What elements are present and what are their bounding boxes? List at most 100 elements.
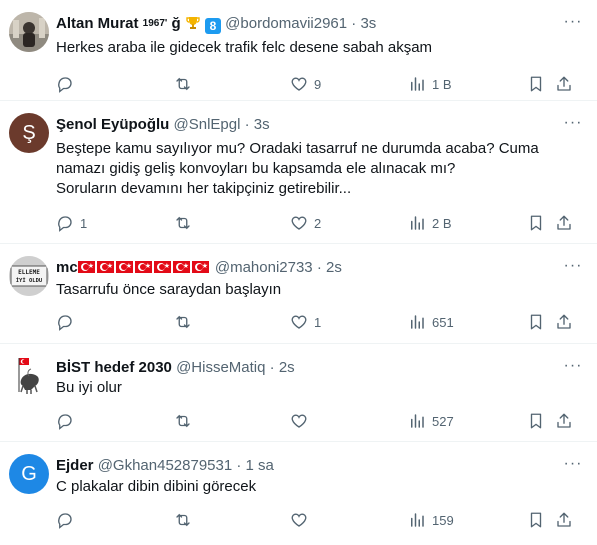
bookmark-button[interactable]	[527, 213, 545, 233]
tweet-header: BİST hedef 2030 @HisseMatiq · 2s	[56, 358, 557, 378]
more-icon[interactable]: ···	[563, 12, 583, 32]
tweet-text-line: Herkes araba ile gidecek trafik felc des…	[56, 39, 433, 56]
reply-button[interactable]	[56, 74, 74, 94]
heart-icon	[291, 216, 307, 230]
display-name[interactable]: Şenol Eyüpoğlu	[56, 116, 169, 133]
more-icon[interactable]: ···	[563, 454, 583, 474]
tweet-text-line: Tasarrufu önce saraydan başlayın	[56, 281, 282, 298]
timestamp[interactable]: 1 sa	[246, 457, 274, 474]
handle[interactable]: @HisseMatiq	[176, 359, 265, 376]
tweet-text: Bu iyi olur	[56, 378, 581, 398]
like-button[interactable]	[290, 510, 308, 530]
retweet-button[interactable]	[174, 213, 192, 233]
bookmark-button[interactable]	[527, 411, 545, 431]
turkey-flag-icon: ★	[191, 261, 209, 273]
timestamp[interactable]: 2s	[279, 359, 295, 376]
timestamp[interactable]: 3s	[254, 116, 270, 133]
tweet-1[interactable]: Altan Murat 1967' ğ 8 @bordomavii2961 · …	[0, 0, 597, 101]
tweet-text-line: C plakalar dibin dibini görecek	[56, 478, 257, 495]
display-name[interactable]: mc	[56, 259, 78, 276]
avatar[interactable]: G	[9, 454, 49, 494]
view-count: 1 B	[432, 76, 452, 92]
views-button[interactable]: 2 B	[408, 213, 452, 233]
like-button[interactable]	[290, 411, 308, 431]
more-icon[interactable]: ···	[563, 113, 583, 133]
share-button[interactable]	[555, 74, 573, 94]
reply-icon	[58, 414, 72, 430]
avatar-text-bottom: İYİ OLDU	[16, 277, 43, 284]
share-icon	[557, 215, 571, 230]
heart-icon	[291, 315, 307, 329]
turkey-flag-icon: ★	[96, 261, 114, 273]
views-button[interactable]: 159	[408, 510, 454, 530]
retweet-button[interactable]	[174, 510, 192, 530]
handle[interactable]: @mahoni2733	[215, 259, 313, 276]
turkey-flag-icon: ★	[153, 261, 171, 273]
handle[interactable]: @Gkhan452879531	[98, 457, 233, 474]
bookmark-button[interactable]	[527, 312, 545, 332]
like-button[interactable]: 9	[290, 74, 321, 94]
display-name[interactable]: Altan Murat	[56, 15, 139, 32]
reply-icon	[58, 513, 72, 529]
tweet-3[interactable]: ELLEME İYİ OLDU mc ★ ★ ★ ★ ★ ★ ★ @mahoni2733 · …	[0, 244, 597, 344]
retweet-icon	[176, 77, 190, 91]
reply-button[interactable]	[56, 312, 74, 332]
tweet-4[interactable]: BİST hedef 2030 @HisseMatiq · 2s ··· Bu …	[0, 344, 597, 442]
tweet-5[interactable]: G Ejder @Gkhan452879531 · 1 sa ··· C pla…	[0, 442, 597, 545]
bookmark-icon	[530, 413, 542, 429]
timestamp[interactable]: 3s	[360, 15, 376, 32]
bookmark-icon	[530, 314, 542, 330]
more-icon[interactable]: ···	[563, 356, 583, 376]
share-button[interactable]	[555, 411, 573, 431]
reply-button[interactable]: 1	[56, 213, 87, 233]
view-count: 651	[432, 314, 454, 330]
bookmark-icon	[530, 76, 542, 92]
tweet-header: mc ★ ★ ★ ★ ★ ★ ★ @mahoni2733 · 2s	[56, 258, 557, 278]
views-icon	[411, 315, 424, 329]
views-button[interactable]: 527	[408, 411, 454, 431]
display-name[interactable]: Ejder	[56, 457, 94, 474]
like-count: 9	[314, 76, 322, 92]
tweet-text-line: namazı gidiş geliş konvoyları bu kapsamd…	[56, 160, 456, 177]
avatar[interactable]: Ş	[9, 113, 49, 153]
view-count: 527	[432, 413, 454, 429]
avatar-sign-icon: ELLEME İYİ OLDU	[9, 256, 49, 296]
like-button[interactable]: 1	[290, 312, 321, 332]
tweet-2[interactable]: Ş Şenol Eyüpoğlu @SnlEpgl · 3s ··· Beşte…	[0, 101, 597, 244]
bookmark-button[interactable]	[527, 510, 545, 530]
separator: ·	[269, 359, 275, 376]
reply-button[interactable]	[56, 510, 74, 530]
like-button[interactable]: 2	[290, 213, 321, 233]
avatar-letter: G	[21, 463, 37, 485]
avatar[interactable]	[9, 356, 49, 396]
display-name[interactable]: BİST hedef 2030	[56, 359, 172, 376]
tweet-text-line: Bu iyi olur	[56, 379, 122, 396]
more-icon[interactable]: ···	[563, 256, 583, 276]
timestamp[interactable]: 2s	[326, 259, 342, 276]
avatar-text-top: ELLEME	[18, 269, 40, 276]
name-suffix: 1967'	[142, 18, 168, 29]
avatar[interactable]: ELLEME İYİ OLDU	[9, 256, 49, 296]
view-count: 159	[432, 512, 454, 528]
separator: ·	[236, 457, 242, 474]
share-button[interactable]	[555, 312, 573, 332]
retweet-button[interactable]	[174, 312, 192, 332]
views-button[interactable]: 1 B	[408, 74, 452, 94]
handle[interactable]: @SnlEpgl	[174, 116, 241, 133]
share-button[interactable]	[555, 510, 573, 530]
tweet-text: C plakalar dibin dibini görecek	[56, 477, 581, 497]
views-button[interactable]: 651	[408, 312, 454, 332]
reply-count: 1	[80, 215, 88, 231]
reply-button[interactable]	[56, 411, 74, 431]
number-badge: 8	[204, 18, 221, 34]
handle[interactable]: @bordomavii2961	[225, 15, 347, 32]
tweet-header: Altan Murat 1967' ğ 8 @bordomavii2961 · …	[56, 14, 557, 34]
separator: ·	[244, 116, 250, 133]
bookmark-button[interactable]	[527, 74, 545, 94]
retweet-button[interactable]	[174, 74, 192, 94]
avatar[interactable]	[9, 12, 49, 52]
share-button[interactable]	[555, 213, 573, 233]
heart-icon	[291, 77, 307, 91]
turkey-flag-icon: ★	[115, 261, 133, 273]
retweet-button[interactable]	[174, 411, 192, 431]
